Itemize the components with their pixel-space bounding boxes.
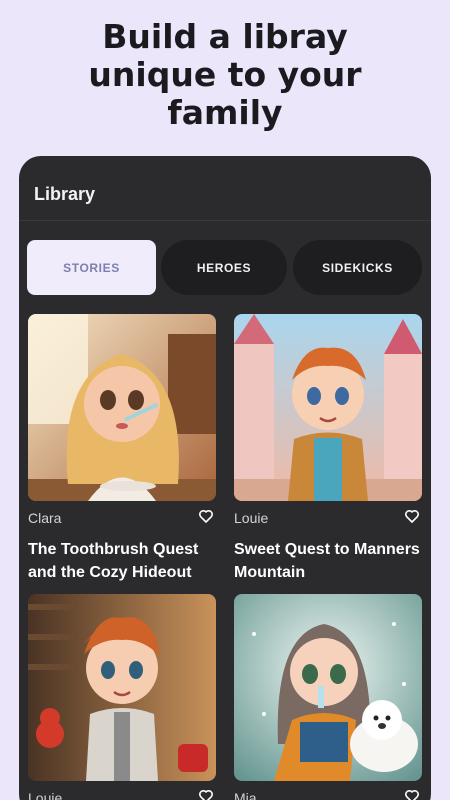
- heart-outline-icon[interactable]: [404, 508, 420, 524]
- story-card[interactable]: Mia: [234, 594, 422, 800]
- story-cover-image: [234, 594, 422, 781]
- heart-outline-icon[interactable]: [198, 508, 214, 524]
- story-cover-image: [28, 594, 216, 781]
- header-divider: [19, 220, 431, 221]
- tab-bar: STORIES HEROES SIDEKICKS: [27, 240, 423, 296]
- story-author: Louie: [28, 790, 63, 800]
- author-row: Mia: [234, 788, 422, 800]
- headline-line-3: family: [167, 93, 283, 132]
- story-author: Louie: [234, 510, 269, 526]
- story-card[interactable]: Louie Sweet Quest to Manners Mountain: [234, 314, 422, 581]
- headline-line-2: unique to your: [88, 55, 362, 94]
- headline: Build a libray unique to your family: [0, 18, 450, 132]
- heart-outline-icon[interactable]: [404, 788, 420, 800]
- story-author: Clara: [28, 510, 62, 526]
- library-title: Library: [34, 184, 96, 204]
- tab-heroes[interactable]: HEROES: [161, 240, 287, 295]
- heart-outline-icon[interactable]: [198, 788, 214, 800]
- story-cover-image: [234, 314, 422, 501]
- tab-sidekicks[interactable]: SIDEKICKS: [293, 240, 422, 295]
- story-cover-image: [28, 314, 216, 501]
- story-title: Sweet Quest to Manners Mountain: [234, 541, 420, 581]
- story-card[interactable]: Louie: [28, 594, 216, 800]
- story-card[interactable]: Clara The Toothbrush Quest and the Cozy …: [28, 314, 216, 581]
- author-row: Louie: [28, 788, 216, 800]
- headline-line-1: Build a libray: [102, 17, 348, 56]
- story-author: Mia: [234, 790, 257, 800]
- author-row: Louie: [234, 508, 422, 528]
- story-title: The Toothbrush Quest and the Cozy Hideou…: [28, 541, 199, 581]
- tab-stories[interactable]: STORIES: [27, 240, 156, 295]
- author-row: Clara: [28, 508, 216, 528]
- library-panel: Library STORIES HEROES SIDEKICKS Clara T…: [19, 156, 431, 800]
